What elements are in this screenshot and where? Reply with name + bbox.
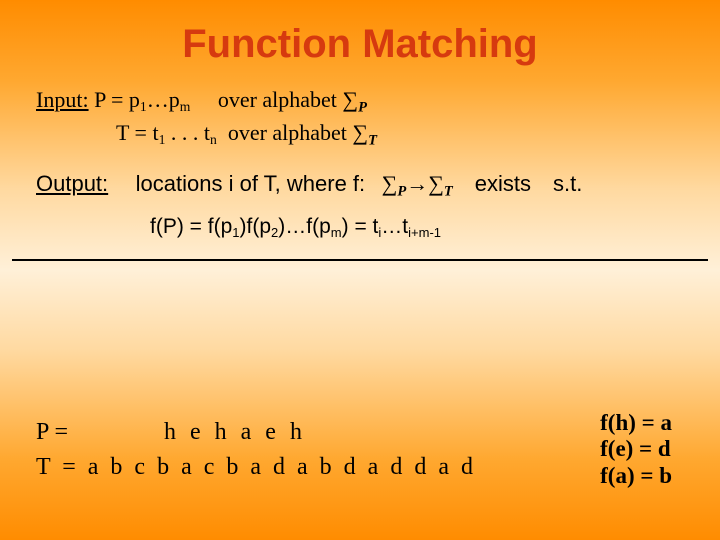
slide-title: Function Matching	[0, 0, 720, 73]
input-T-text: T = t1 . . . tn over alphabet ∑T	[116, 120, 377, 145]
output-exists: exists	[475, 171, 531, 196]
input-label: Input:	[36, 87, 89, 112]
input-P-text: P = p1…pm over alphabet ∑P	[94, 87, 367, 112]
output-text: locations i of T, where f:	[136, 171, 366, 196]
map-line-1: f(h) = a	[600, 410, 672, 436]
example-P-line: P = h e h a e h	[36, 415, 473, 450]
output-sigmas: ∑P→∑T	[382, 171, 459, 196]
map-line-2: f(e) = d	[600, 436, 672, 462]
output-line: Output: locations i of T, where f: ∑P→∑T…	[36, 169, 684, 202]
function-map: f(h) = a f(e) = d f(a) = b	[600, 410, 672, 489]
map-line-3: f(a) = b	[600, 463, 672, 489]
divider	[12, 259, 708, 261]
input-line-T: T = t1 . . . tn over alphabet ∑T	[116, 118, 684, 151]
example-T-line: T = a b c b a c b a d a b d a d d a d	[36, 450, 473, 485]
slide-body: Input: P = p1…pm over alphabet ∑P T = t1…	[0, 73, 720, 241]
input-line-P: Input: P = p1…pm over alphabet ∑P	[36, 85, 684, 118]
example-block: P = h e h a e h T = a b c b a c b a d a …	[36, 410, 684, 489]
output-label: Output:	[36, 171, 108, 196]
fP-equation: f(P) = f(p1)f(p2)…f(pm) = ti…ti+m-1	[150, 213, 684, 241]
example-PT: P = h e h a e h T = a b c b a c b a d a …	[36, 415, 473, 485]
output-st: s.t.	[553, 171, 582, 196]
